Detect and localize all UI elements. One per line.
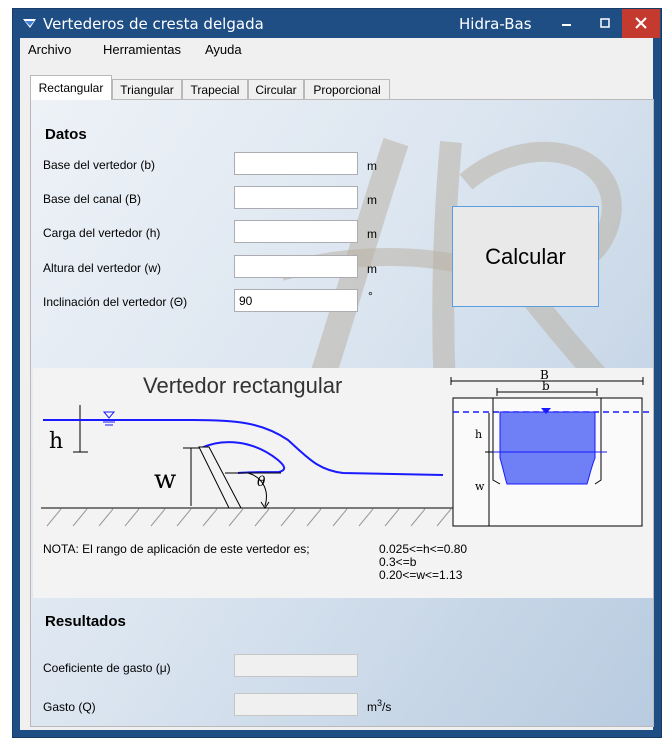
nota-text: NOTA: El rango de aplicación de este ver… [43, 542, 310, 556]
menu-herramientas[interactable]: Herramientas [103, 42, 181, 57]
altura-vertedor-label: Altura del vertedor (w) [43, 261, 162, 275]
close-button[interactable] [622, 9, 660, 38]
maximize-icon [600, 18, 610, 28]
carga-vertedor-unit: m [367, 227, 377, 241]
base-vertedor-input[interactable] [234, 152, 358, 175]
app-name: Hidra-Bas [459, 15, 532, 33]
inclinacion-input[interactable]: 90 [234, 289, 358, 312]
altura-vertedor-input[interactable] [234, 255, 358, 278]
tab-proporcional[interactable]: Proporcional [304, 79, 390, 99]
base-canal-unit: m [367, 193, 377, 207]
minimize-button[interactable] [549, 9, 583, 38]
gasto-output[interactable] [234, 693, 358, 716]
h-dimension-label: h [49, 429, 63, 454]
resultados-heading: Resultados [45, 613, 126, 630]
tab-triangular[interactable]: Triangular [112, 79, 182, 99]
calcular-button[interactable]: Calcular [452, 206, 599, 307]
carga-vertedor-label: Carga del vertedor (h) [43, 226, 161, 240]
tab-circular[interactable]: Circular [248, 79, 304, 99]
gasto-unit-tail: /s [382, 700, 392, 714]
nota-range-h: 0.025<=h<=0.80 [379, 542, 468, 556]
app-icon [23, 19, 36, 28]
menu-archivo[interactable]: Archivo [28, 42, 71, 57]
title-bar[interactable]: Vertederos de cresta delgada Hidra-Bas [13, 9, 661, 38]
nota-range-b: 0.3<=b [379, 555, 417, 569]
base-canal-input[interactable] [234, 186, 358, 209]
coeficiente-output[interactable] [234, 654, 358, 677]
gasto-unit-base: m [367, 700, 377, 714]
inclinacion-label: Inclinación del vertedor (Θ) [43, 295, 188, 309]
client-area: Archivo Herramientas Ayuda Rectangular T… [20, 38, 654, 730]
theta-label: θ [257, 474, 266, 490]
tab-rectangular[interactable]: Rectangular [30, 75, 112, 100]
maximize-button[interactable] [588, 9, 622, 38]
close-icon [635, 17, 647, 29]
inclinacion-unit: ° [368, 289, 373, 303]
tab-panel-rectangular: Datos Base del vertedor (b) m Base del c… [30, 99, 654, 727]
tab-trapecial[interactable]: Trapecial [182, 79, 248, 99]
weir-diagram: Vertedor rectangular h θ w B b h w NOTA:… [33, 368, 653, 598]
window-title: Vertederos de cresta delgada [43, 15, 264, 33]
weir-diagram-svg: Vertedor rectangular h θ w B b h w [41, 368, 653, 527]
base-vertedor-label: Base del vertedor (b) [43, 158, 156, 172]
coeficiente-label: Coeficiente de gasto (μ) [43, 661, 171, 675]
carga-vertedor-input[interactable] [234, 220, 358, 243]
base-canal-label: Base del canal (B) [43, 192, 142, 206]
base-vertedor-unit: m [367, 159, 377, 173]
b-dimension-label: b [542, 379, 550, 393]
app-window: Vertederos de cresta delgada Hidra-Bas A… [12, 8, 662, 738]
w-front-label: w [475, 480, 485, 493]
gasto-label: Gasto (Q) [43, 700, 96, 714]
water-surface-icon [102, 411, 116, 426]
gasto-unit: m3/s [367, 698, 391, 714]
nota-range-w: 0.20<=w<=1.13 [379, 568, 463, 582]
menu-bar: Archivo Herramientas Ayuda [20, 38, 653, 62]
diagram-title: Vertedor rectangular [143, 373, 342, 398]
w-dimension-label: w [154, 465, 176, 495]
menu-ayuda[interactable]: Ayuda [205, 42, 242, 57]
minimize-icon [562, 24, 571, 26]
datos-heading: Datos [45, 126, 87, 143]
altura-vertedor-unit: m [367, 262, 377, 276]
h-front-label: h [475, 428, 482, 441]
tab-strip: Rectangular Triangular Trapecial Circula… [20, 63, 653, 100]
